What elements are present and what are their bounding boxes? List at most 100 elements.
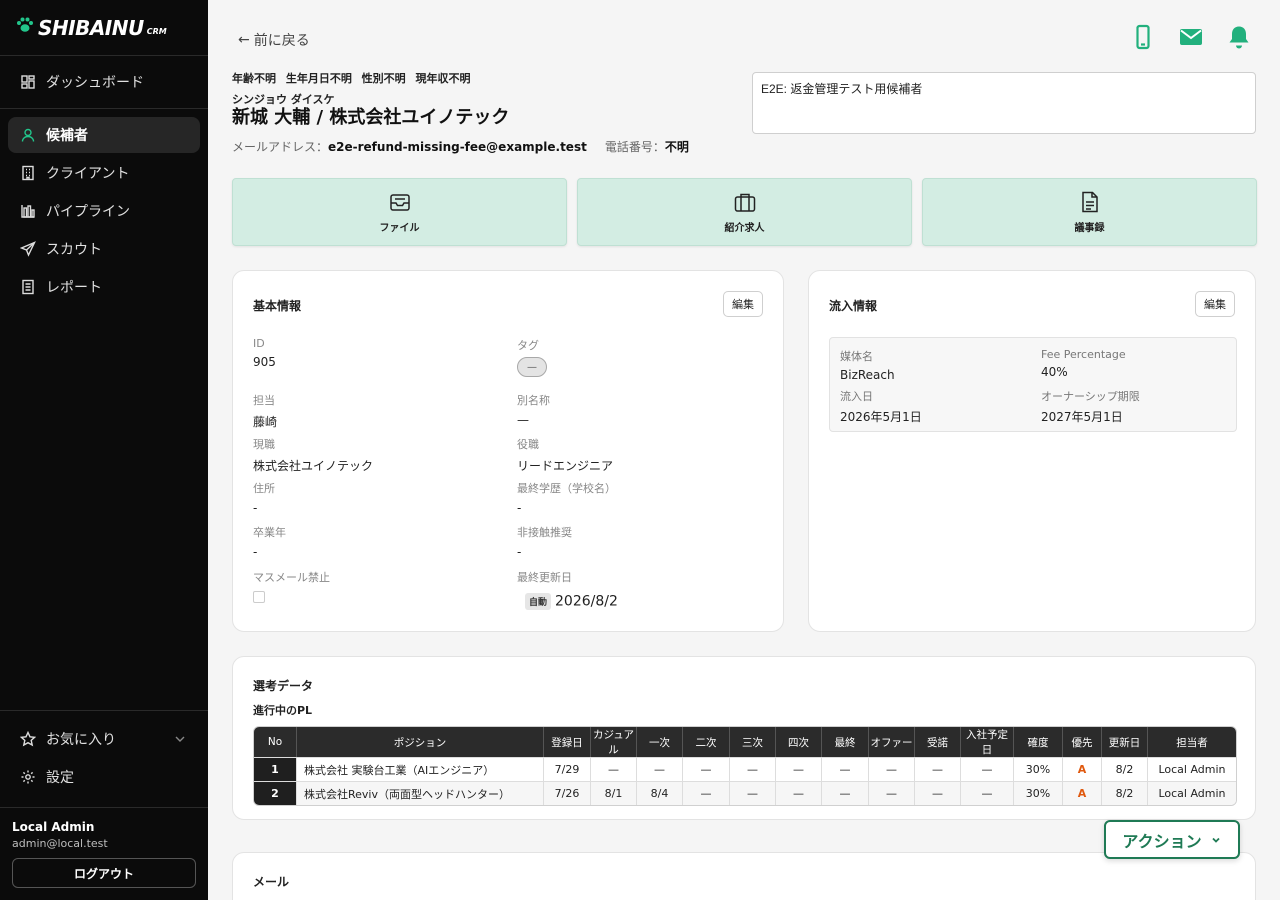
field-media: 媒体名 BizReach: [840, 348, 895, 382]
table-cell: —: [915, 757, 961, 781]
edit-inflow-button[interactable]: 編集: [1195, 291, 1235, 317]
chevron-down-icon: [1211, 837, 1220, 843]
nav-item-reports[interactable]: レポート: [8, 269, 200, 305]
table-row[interactable]: 2 株式会社Reviv（両面型ヘッドハンター） 7/26 8/1 8/4— — — — — — —3…: [254, 781, 1236, 805]
jobs-tile[interactable]: 紹介求人: [577, 178, 912, 246]
selection-card: 選考データ 進行中のPL No ポジション 登録日 カジュアル 一次 二次 三次 四次 最終 オフ…: [232, 656, 1256, 820]
table-row[interactable]: 1 株式会社 実験台工業（AIエンジニア） 7/29— — — — — — — — —30% A 8/2…: [254, 757, 1236, 781]
field-label: 卒業年: [253, 526, 286, 539]
nav-divider: [0, 108, 208, 109]
table-cell: 30%: [1014, 757, 1063, 781]
field-inflow-date: 流入日 2026年5月1日: [840, 388, 922, 425]
logo[interactable]: SHIBAINU CRM: [0, 0, 208, 56]
table-cell: 8/4: [637, 781, 683, 805]
bell-icon[interactable]: [1226, 24, 1252, 50]
quick-tiles: ファイル 紹介求人 議事録: [232, 178, 1257, 246]
nav-item-clients[interactable]: クライアント: [8, 155, 200, 191]
column-header: オファー: [869, 727, 915, 757]
action-label: アクション: [1122, 831, 1202, 851]
main-nav: ダッシュボード 候補者 クライアント パイプライン スカウト レポート: [0, 56, 208, 315]
field-value: -: [253, 545, 258, 559]
table-cell: —: [683, 781, 730, 805]
chevron-down-icon[interactable]: [172, 731, 188, 747]
field-label: 最終更新日: [517, 571, 572, 584]
inbox-icon: [389, 194, 410, 211]
field-value: 2026年5月1日: [840, 410, 922, 424]
field-label: 非接触推奨: [517, 526, 572, 539]
field-current-job: 現職 株式会社ユイノテック: [253, 436, 373, 474]
back-label: 前に戻る: [253, 33, 310, 49]
minutes-tile[interactable]: 議事録: [922, 178, 1257, 246]
field-value: BizReach: [840, 368, 895, 382]
mail-card: メール: [232, 852, 1256, 900]
nav-item-favorites[interactable]: お気に入り: [8, 721, 200, 757]
card-title: 基本情報: [253, 299, 302, 313]
table-header-row: No ポジション 登録日 カジュアル 一次 二次 三次 四次 最終 オファー 受諾 入社予定日 確度 優先…: [254, 727, 1236, 757]
field-label: ID: [253, 337, 265, 350]
field-value: -: [253, 501, 258, 515]
basic-info-card: 基本情報 編集 ID 905 タグ — 担当 藤崎 別名称 — 現職 株式会社ユ…: [232, 270, 784, 632]
field-alias: 別名称 —: [517, 392, 550, 427]
phone-icon[interactable]: [1130, 24, 1156, 50]
candidate-email[interactable]: e2e-refund-missing-fee@example.test: [328, 140, 587, 154]
field-role: 役職 リードエンジニア: [517, 436, 613, 474]
files-tile[interactable]: ファイル: [232, 178, 567, 246]
nav-item-scout[interactable]: スカウト: [8, 231, 200, 267]
field-label: 別名称: [517, 394, 550, 407]
columns-icon: [21, 205, 35, 218]
field-label: 流入日: [840, 390, 873, 403]
edit-basic-button[interactable]: 編集: [723, 291, 763, 317]
action-button[interactable]: アクション: [1104, 820, 1240, 859]
table-cell: —: [637, 757, 683, 781]
field-value: 株式会社ユイノテック: [253, 459, 374, 473]
field-label: Fee Percentage: [1041, 348, 1126, 361]
column-header: 受諾: [915, 727, 961, 757]
contact-actions: [1130, 24, 1252, 50]
email-label: メールアドレス：: [232, 140, 329, 154]
table-cell: —: [683, 757, 730, 781]
memo-textarea[interactable]: E2E: 返金管理テスト用候補者: [752, 72, 1256, 134]
column-header: 優先: [1063, 727, 1102, 757]
column-header: 登録日: [544, 727, 591, 757]
nav-label: お気に入り: [46, 732, 116, 748]
inflow-details: 媒体名 BizReach Fee Percentage 40% 流入日 2026…: [829, 337, 1237, 432]
field-label: 担当: [253, 394, 275, 407]
column-header: No: [254, 727, 297, 757]
table-cell: —: [822, 757, 869, 781]
field-label: 役職: [517, 438, 539, 451]
nav-item-dashboard[interactable]: ダッシュボード: [8, 64, 200, 100]
nav-item-settings[interactable]: 設定: [8, 759, 200, 795]
mass-mail-checkbox[interactable]: [253, 591, 265, 603]
nav-item-pipeline[interactable]: パイプライン: [8, 193, 200, 229]
tag-pill[interactable]: —: [517, 357, 547, 377]
row-number: 1: [254, 757, 297, 781]
table-cell: 8/1: [591, 781, 637, 805]
mail-icon[interactable]: [1178, 24, 1204, 50]
priority-cell: A: [1063, 757, 1102, 781]
field-grad-year: 卒業年 -: [253, 524, 286, 559]
position-cell[interactable]: 株式会社 実験台工業（AIエンジニア）: [297, 757, 544, 781]
building-icon: [22, 165, 34, 181]
logout-button[interactable]: ログアウト: [12, 858, 196, 888]
position-cell[interactable]: 株式会社Reviv（両面型ヘッドハンター）: [297, 781, 544, 805]
field-value: 40%: [1041, 365, 1068, 379]
column-header: 四次: [776, 727, 822, 757]
auto-badge: 自動: [525, 593, 552, 610]
sidebar-bottom: お気に入り 設定 Local Admin admin@local.test ログ…: [0, 710, 208, 900]
user-panel: Local Admin admin@local.test ログアウト: [0, 807, 208, 900]
table-cell: —: [961, 757, 1014, 781]
field-label: オーナーシップ期限: [1041, 390, 1140, 403]
back-link[interactable]: ← 前に戻る: [238, 30, 310, 50]
nav-label: 設定: [46, 770, 74, 786]
column-header: 入社予定日: [961, 727, 1014, 757]
candidate-name: 新城 大輔 / 株式会社ユイノテック: [232, 107, 510, 128]
field-id: ID 905: [253, 337, 276, 369]
table-cell: —: [822, 781, 869, 805]
sidebar: SHIBAINU CRM ダッシュボード 候補者 クライアント パイプライン ス…: [0, 0, 208, 900]
nav-item-candidates[interactable]: 候補者: [8, 117, 200, 153]
field-value: -: [517, 501, 522, 515]
nav-label: レポート: [46, 280, 102, 296]
field-mass-mail: マスメール禁止: [253, 569, 330, 603]
card-title: 流入情報: [829, 299, 878, 313]
nav-label: スカウト: [46, 242, 102, 258]
